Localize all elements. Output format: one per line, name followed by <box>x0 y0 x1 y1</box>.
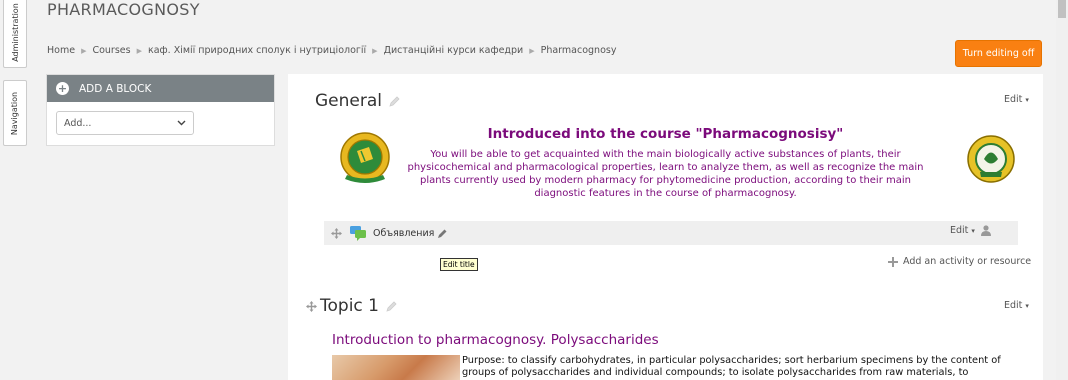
add-block-select[interactable]: Add... <box>56 111 194 135</box>
topic1-edit-label: Edit <box>1004 300 1023 311</box>
add-block-select-value: Add... <box>64 117 92 129</box>
plus-circle-icon: + <box>56 82 69 95</box>
administration-tab[interactable]: Administration <box>3 0 27 68</box>
edit-title-tooltip: Edit title <box>440 258 478 271</box>
activity-edit-menu[interactable]: Edit ▾ <box>950 225 991 236</box>
pencil-icon[interactable] <box>437 228 448 239</box>
caret-down-icon: ▾ <box>971 226 975 235</box>
add-activity-link[interactable]: Add an activity or resource <box>888 256 1031 267</box>
breadcrumb-home[interactable]: Home <box>47 45 75 56</box>
general-edit-menu[interactable]: Edit ▾ <box>1004 94 1029 105</box>
section-general-title: General <box>315 91 401 111</box>
turn-editing-off-button[interactable]: Turn editing off <box>955 40 1042 67</box>
navigation-tab[interactable]: Navigation <box>3 80 27 146</box>
forum-icon <box>350 225 366 241</box>
breadcrumb-separator-icon: ▶ <box>529 46 535 55</box>
topic1-text: Purpose: to classify carbohydrates, in p… <box>462 355 1001 378</box>
chevron-down-icon <box>177 120 186 126</box>
add-block-panel: + ADD A BLOCK Add... <box>46 74 275 146</box>
topic1-heading: Introduction to pharmacognosy. Polysacch… <box>332 332 659 348</box>
administration-tab-label: Administration <box>10 2 20 62</box>
move-icon[interactable] <box>331 227 342 239</box>
activity-row-announcements: Объявления Edit ▾ <box>324 221 1018 245</box>
activity-name[interactable]: Объявления <box>373 228 434 239</box>
section-topic1-title-text: Topic 1 <box>320 296 379 316</box>
intro-heading: Introduced into the course "Pharmacognos… <box>487 126 844 142</box>
section-topic1-title: Topic 1 <box>306 296 398 316</box>
topic1-image <box>332 355 460 380</box>
navigation-tab-label: Navigation <box>10 91 20 135</box>
user-icon[interactable] <box>980 225 991 236</box>
plus-icon <box>888 256 898 267</box>
breadcrumb-current-course[interactable]: Pharmacognosy <box>541 45 617 56</box>
breadcrumb-department[interactable]: каф. Хімії природних сполук і нутриціоло… <box>148 45 366 56</box>
course-content: General Edit ▾ Introduced into the cours… <box>288 74 1043 380</box>
activity-edit-label: Edit <box>950 225 969 236</box>
pencil-icon[interactable] <box>388 95 401 108</box>
add-activity-label: Add an activity or resource <box>903 256 1032 267</box>
side-tabs: Administration Navigation <box>0 0 30 380</box>
page-title: PHARMACOGNOSY <box>47 0 200 19</box>
breadcrumb-courses[interactable]: Courses <box>92 45 130 56</box>
page-scrollbar[interactable] <box>1056 0 1068 380</box>
breadcrumb-separator-icon: ▶ <box>372 46 378 55</box>
add-block-header: + ADD A BLOCK <box>47 75 274 102</box>
intro-text: You will be able to get acquainted with … <box>407 149 924 199</box>
section-general-title-text: General <box>315 91 382 111</box>
breadcrumb: Home ▶ Courses ▶ каф. Хімії природних сп… <box>47 45 616 56</box>
breadcrumb-separator-icon: ▶ <box>81 46 87 55</box>
caret-down-icon: ▾ <box>1025 301 1029 310</box>
caret-down-icon: ▾ <box>1025 95 1029 104</box>
pencil-icon[interactable] <box>385 300 398 313</box>
add-block-title: ADD A BLOCK <box>79 82 152 95</box>
scrollbar-thumb[interactable] <box>1058 0 1066 18</box>
breadcrumb-separator-icon: ▶ <box>136 46 142 55</box>
topic1-edit-menu[interactable]: Edit ▾ <box>1004 300 1029 311</box>
university-logo-right <box>967 135 1015 183</box>
breadcrumb-remote-courses[interactable]: Дистанційні курси кафедри <box>384 45 524 56</box>
general-edit-label: Edit <box>1004 94 1023 105</box>
move-icon[interactable] <box>306 300 317 312</box>
